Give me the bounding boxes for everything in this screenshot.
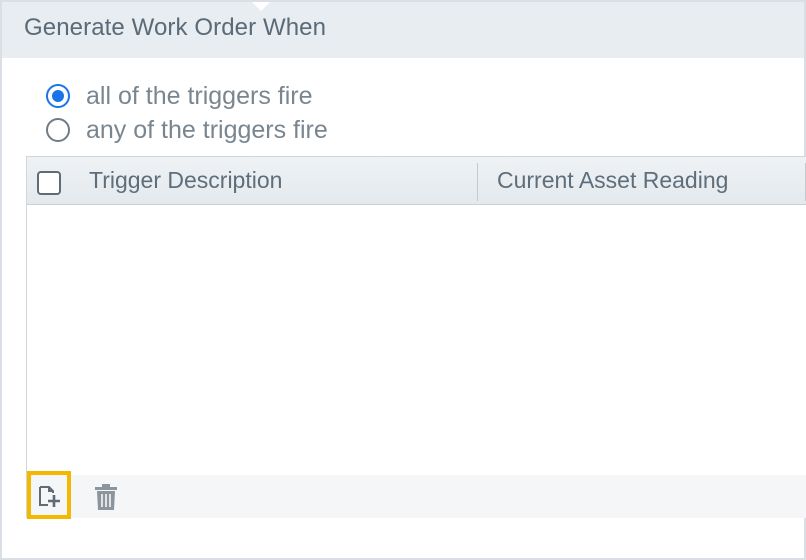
add-trigger-button[interactable] [27, 471, 71, 519]
grid-body [27, 205, 806, 475]
delete-trigger-button[interactable] [85, 475, 127, 519]
column-header-trigger-description[interactable]: Trigger Description [89, 157, 282, 204]
radio-button-checked[interactable] [46, 84, 70, 108]
header-notch [252, 2, 270, 11]
section-title: Generate Work Order When [24, 14, 327, 41]
trigger-panel: Generate Work Order When all of the trig… [0, 0, 806, 560]
radio-all-triggers[interactable]: all of the triggers fire [46, 81, 313, 111]
select-all-checkbox[interactable] [37, 171, 61, 195]
grid-header: Trigger Description Current Asset Readin… [27, 157, 806, 205]
column-header-current-asset-reading[interactable]: Current Asset Reading [497, 157, 728, 204]
section-header: Generate Work Order When [2, 2, 804, 58]
grid-toolbar [27, 471, 806, 519]
radio-label-any: any of the triggers fire [86, 115, 328, 144]
radio-button-unchecked[interactable] [46, 118, 70, 142]
radio-any-trigger[interactable]: any of the triggers fire [46, 115, 328, 145]
radio-label-all: all of the triggers fire [86, 81, 313, 110]
column-resize-handle[interactable] [477, 163, 478, 201]
trash-icon [95, 484, 117, 510]
trigger-grid: Trigger Description Current Asset Readin… [26, 156, 806, 519]
add-document-icon [39, 486, 60, 507]
